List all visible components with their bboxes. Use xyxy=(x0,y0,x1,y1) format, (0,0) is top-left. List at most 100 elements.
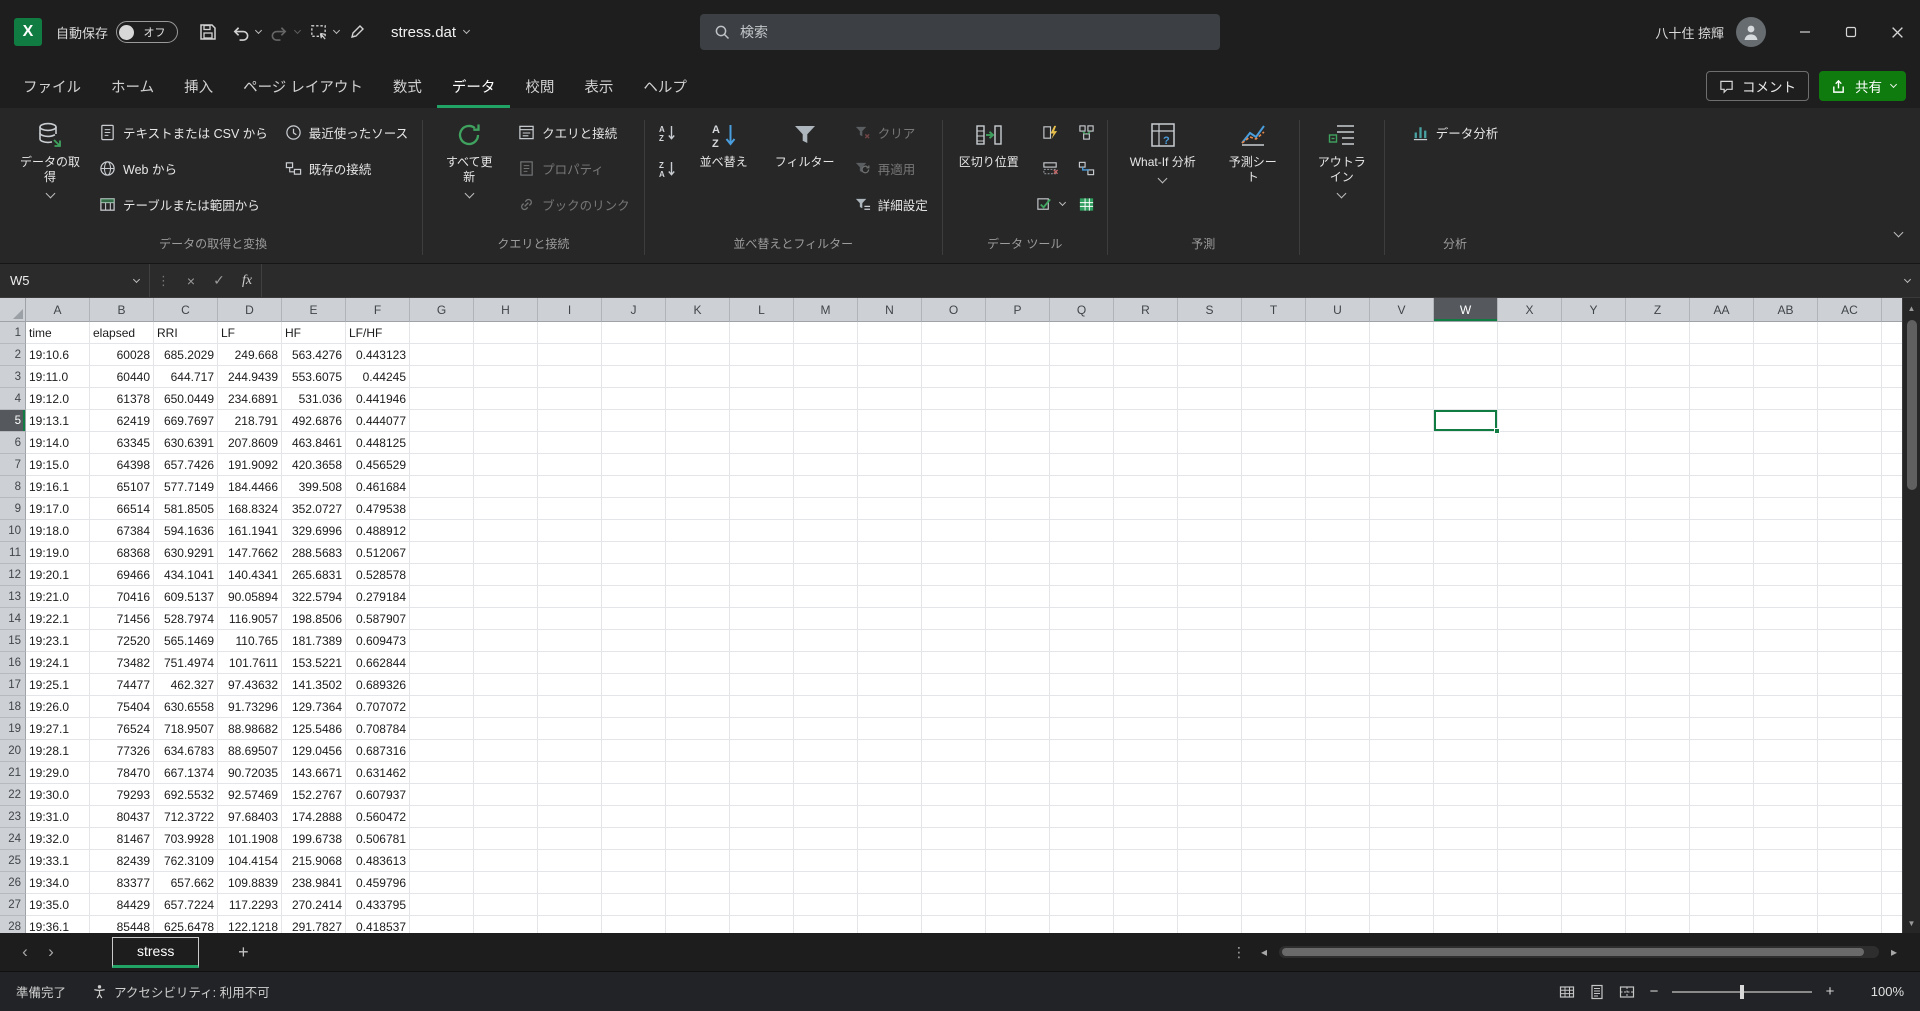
normal-view-button[interactable] xyxy=(1552,977,1582,1007)
cell-Q21[interactable] xyxy=(1050,762,1114,784)
cell-AA23[interactable] xyxy=(1690,806,1754,828)
cell-G10[interactable] xyxy=(410,520,474,542)
cell-O7[interactable] xyxy=(922,454,986,476)
cell-C1[interactable]: RRI xyxy=(154,322,218,344)
cell-F7[interactable]: 0.456529 xyxy=(346,454,410,476)
cell-P17[interactable] xyxy=(986,674,1050,696)
row-header-7[interactable]: 7 xyxy=(0,454,26,476)
cell-A2[interactable]: 19:10.6 xyxy=(26,344,90,366)
cell-W2[interactable] xyxy=(1434,344,1498,366)
cell-M11[interactable] xyxy=(794,542,858,564)
cell-AB14[interactable] xyxy=(1754,608,1818,630)
outline-button[interactable]: アウトライン xyxy=(1307,112,1377,256)
cell-B10[interactable]: 67384 xyxy=(90,520,154,542)
cell-P19[interactable] xyxy=(986,718,1050,740)
cell-AD3[interactable] xyxy=(1882,366,1902,388)
cell-C17[interactable]: 462.327 xyxy=(154,674,218,696)
cell-V19[interactable] xyxy=(1370,718,1434,740)
cell-O17[interactable] xyxy=(922,674,986,696)
cell-O20[interactable] xyxy=(922,740,986,762)
cell-R13[interactable] xyxy=(1114,586,1178,608)
scroll-down-icon[interactable]: ▼ xyxy=(1908,916,1916,930)
cell-B21[interactable]: 78470 xyxy=(90,762,154,784)
cell-I16[interactable] xyxy=(538,652,602,674)
cell-D7[interactable]: 191.9092 xyxy=(218,454,282,476)
name-box[interactable]: W5 xyxy=(0,264,150,297)
row-header-10[interactable]: 10 xyxy=(0,520,26,542)
cell-AC10[interactable] xyxy=(1818,520,1882,542)
cell-AA18[interactable] xyxy=(1690,696,1754,718)
cell-O9[interactable] xyxy=(922,498,986,520)
cell-O15[interactable] xyxy=(922,630,986,652)
cell-E11[interactable]: 288.5683 xyxy=(282,542,346,564)
cell-D15[interactable]: 110.765 xyxy=(218,630,282,652)
cell-J1[interactable] xyxy=(602,322,666,344)
cell-F5[interactable]: 0.444077 xyxy=(346,410,410,432)
cell-L24[interactable] xyxy=(730,828,794,850)
cell-I4[interactable] xyxy=(538,388,602,410)
queries-connections-button[interactable]: クエリと接続 xyxy=(511,114,637,150)
recent-sources-button[interactable]: 最近使ったソース xyxy=(278,114,415,150)
data-validation-button[interactable] xyxy=(1031,186,1070,222)
cell-E17[interactable]: 141.3502 xyxy=(282,674,346,696)
cell-AC20[interactable] xyxy=(1818,740,1882,762)
cell-Q14[interactable] xyxy=(1050,608,1114,630)
cell-E23[interactable]: 174.2888 xyxy=(282,806,346,828)
formula-input[interactable] xyxy=(261,264,1894,297)
cell-H24[interactable] xyxy=(474,828,538,850)
cell-Y25[interactable] xyxy=(1562,850,1626,872)
redo-button[interactable] xyxy=(263,15,295,49)
cell-T20[interactable] xyxy=(1242,740,1306,762)
cell-P28[interactable] xyxy=(986,916,1050,933)
cell-I21[interactable] xyxy=(538,762,602,784)
cell-AD19[interactable] xyxy=(1882,718,1902,740)
cell-S16[interactable] xyxy=(1178,652,1242,674)
cell-A25[interactable]: 19:33.1 xyxy=(26,850,90,872)
cell-O5[interactable] xyxy=(922,410,986,432)
cell-M10[interactable] xyxy=(794,520,858,542)
cell-H26[interactable] xyxy=(474,872,538,894)
cell-Z22[interactable] xyxy=(1626,784,1690,806)
cell-P11[interactable] xyxy=(986,542,1050,564)
cell-P1[interactable] xyxy=(986,322,1050,344)
cell-C25[interactable]: 762.3109 xyxy=(154,850,218,872)
cell-K3[interactable] xyxy=(666,366,730,388)
cell-G16[interactable] xyxy=(410,652,474,674)
cell-V8[interactable] xyxy=(1370,476,1434,498)
tab-home[interactable]: ホーム xyxy=(96,64,169,108)
cell-X15[interactable] xyxy=(1498,630,1562,652)
cell-Y26[interactable] xyxy=(1562,872,1626,894)
cell-U6[interactable] xyxy=(1306,432,1370,454)
page-break-view-button[interactable] xyxy=(1612,977,1642,1007)
cell-M20[interactable] xyxy=(794,740,858,762)
cell-Y27[interactable] xyxy=(1562,894,1626,916)
cell-AB11[interactable] xyxy=(1754,542,1818,564)
cell-U13[interactable] xyxy=(1306,586,1370,608)
cell-G28[interactable] xyxy=(410,916,474,933)
cell-N9[interactable] xyxy=(858,498,922,520)
cell-O10[interactable] xyxy=(922,520,986,542)
cell-V14[interactable] xyxy=(1370,608,1434,630)
cell-E5[interactable]: 492.6876 xyxy=(282,410,346,432)
cell-Y23[interactable] xyxy=(1562,806,1626,828)
cell-V5[interactable] xyxy=(1370,410,1434,432)
cell-B22[interactable]: 79293 xyxy=(90,784,154,806)
cell-O23[interactable] xyxy=(922,806,986,828)
undo-dropdown-icon[interactable] xyxy=(255,27,262,34)
cell-K14[interactable] xyxy=(666,608,730,630)
cell-AB10[interactable] xyxy=(1754,520,1818,542)
search-box[interactable]: 検索 xyxy=(700,14,1220,50)
cell-I18[interactable] xyxy=(538,696,602,718)
column-header-AC[interactable]: AC xyxy=(1818,298,1882,322)
cell-AC8[interactable] xyxy=(1818,476,1882,498)
cell-T12[interactable] xyxy=(1242,564,1306,586)
from-text-csv-button[interactable]: テキストまたは CSV から xyxy=(92,114,275,150)
cell-B13[interactable]: 70416 xyxy=(90,586,154,608)
cell-D27[interactable]: 117.2293 xyxy=(218,894,282,916)
column-header-L[interactable]: L xyxy=(730,298,794,322)
cell-G20[interactable] xyxy=(410,740,474,762)
row-header-16[interactable]: 16 xyxy=(0,652,26,674)
cell-H10[interactable] xyxy=(474,520,538,542)
cell-V12[interactable] xyxy=(1370,564,1434,586)
cell-B4[interactable]: 61378 xyxy=(90,388,154,410)
